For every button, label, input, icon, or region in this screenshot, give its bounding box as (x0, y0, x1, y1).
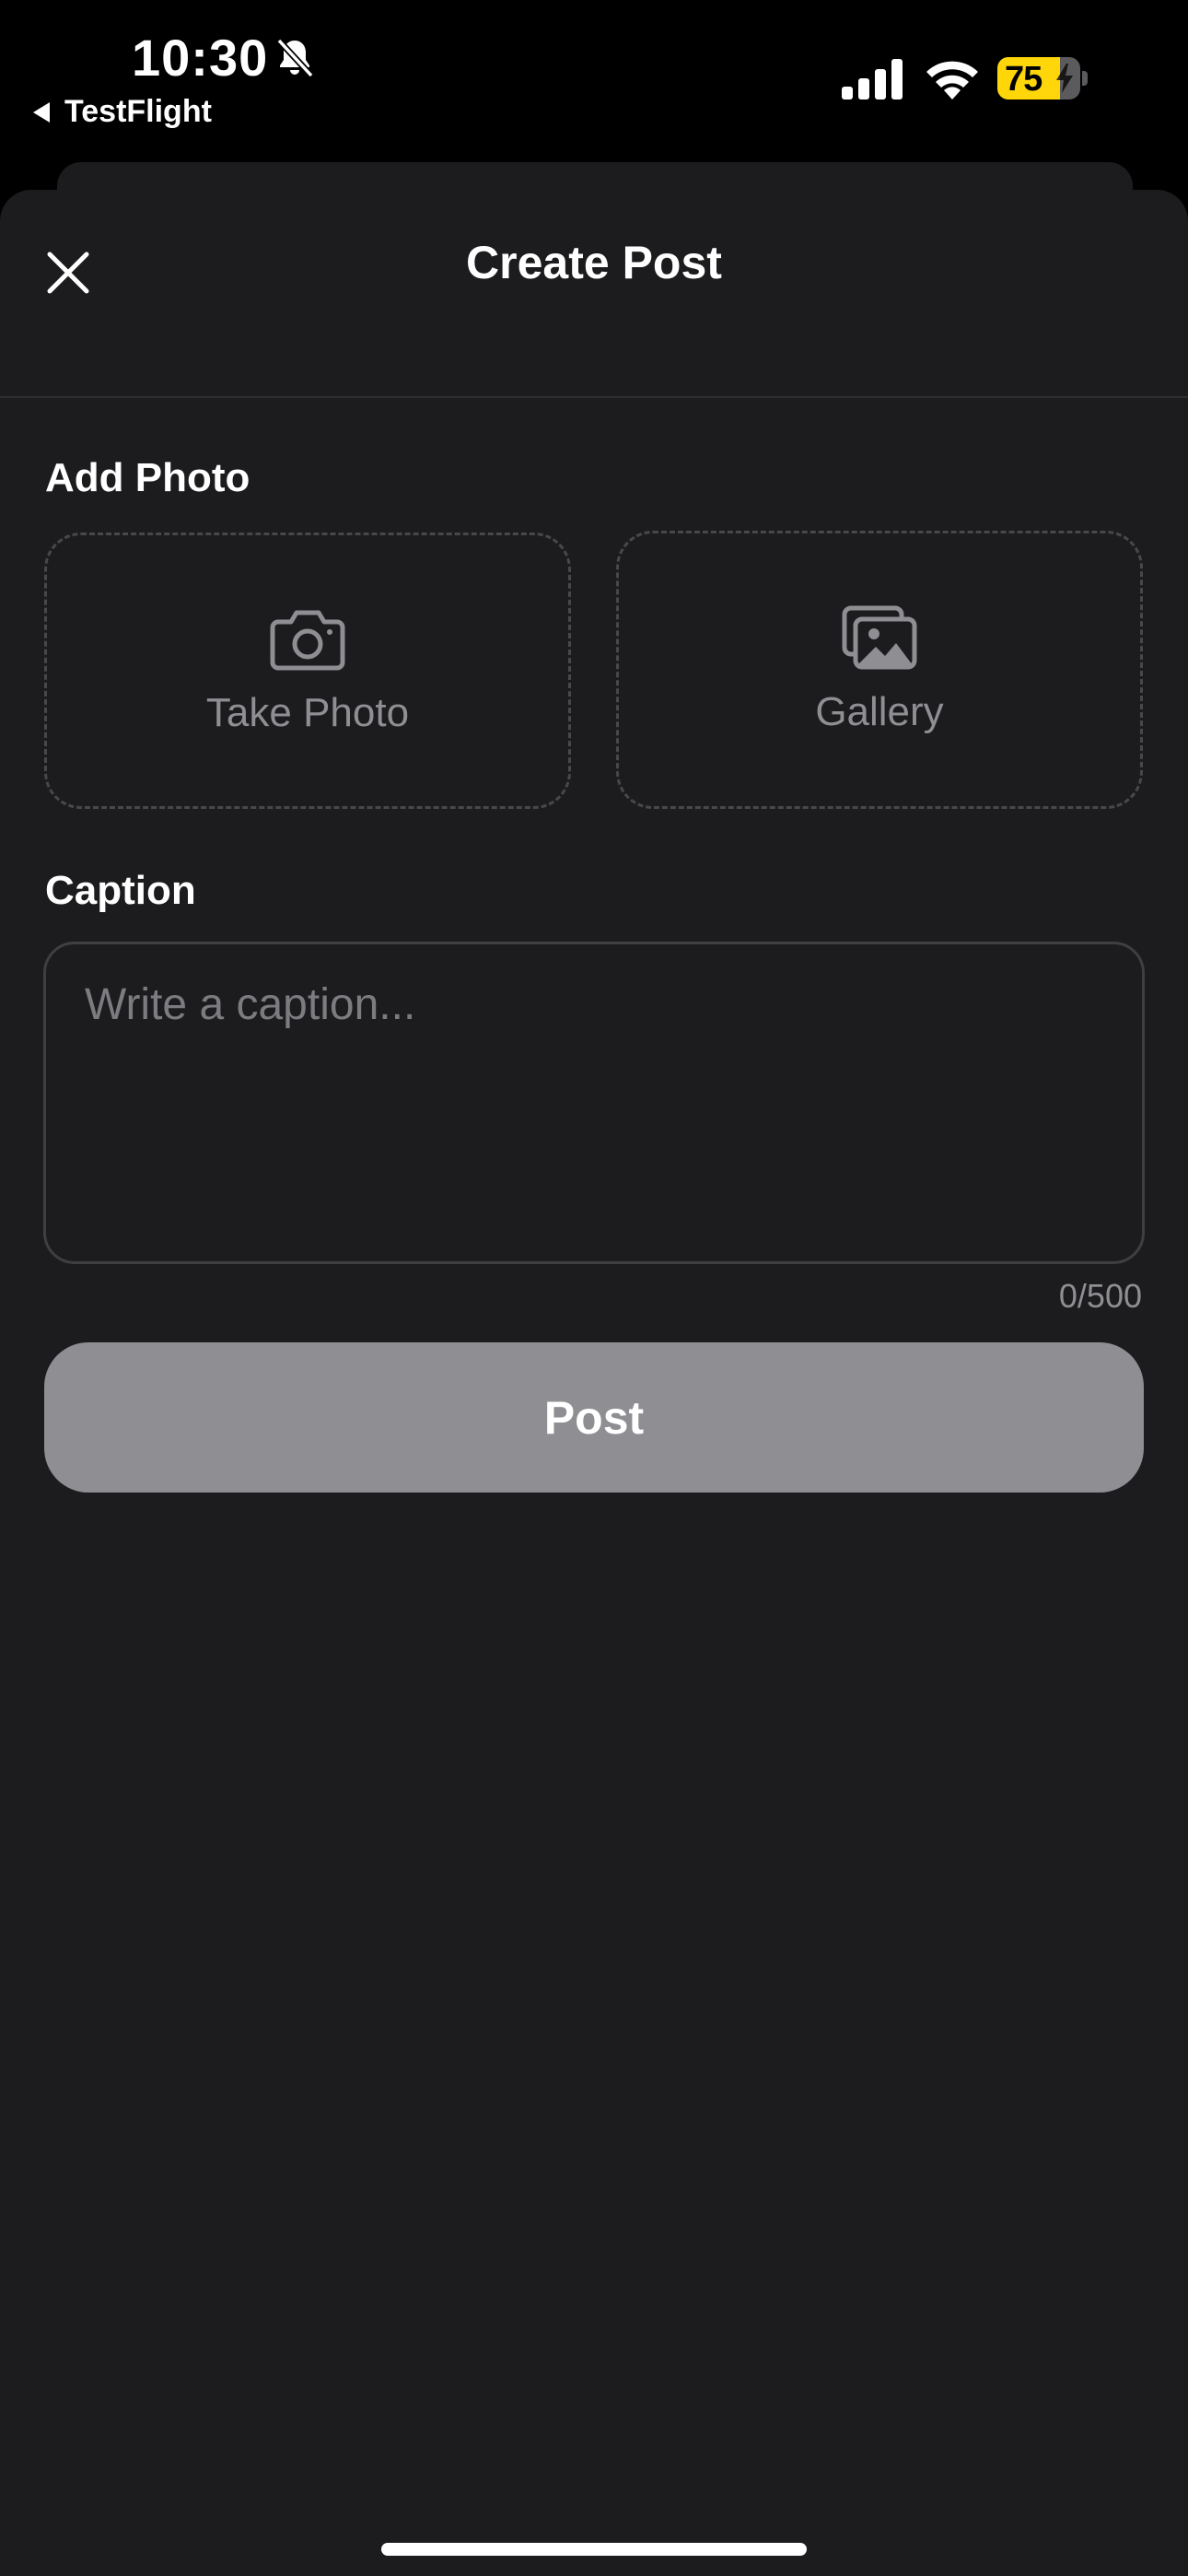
back-app-label: TestFlight (64, 94, 212, 129)
home-indicator[interactable] (381, 2543, 807, 2556)
gallery-button[interactable]: Gallery (616, 531, 1143, 809)
caption-label: Caption (45, 868, 196, 913)
battery-level: 75 (1005, 60, 1042, 99)
wifi-icon (926, 61, 978, 100)
bell-slash-icon (276, 38, 314, 78)
create-post-sheet: Create Post Add Photo Take Photo Gallery… (0, 190, 1188, 2576)
take-photo-label: Take Photo (205, 690, 410, 735)
gallery-icon (842, 605, 917, 670)
post-button[interactable]: Post (44, 1342, 1144, 1493)
camera-icon (270, 610, 345, 671)
back-arrow-icon (33, 101, 50, 123)
back-to-testflight-link[interactable]: TestFlight (33, 94, 212, 130)
caption-input[interactable] (43, 942, 1145, 1264)
status-time: 10:30 (132, 29, 269, 87)
charging-bolt-icon (1056, 64, 1073, 93)
status-bar: 10:30 TestFlight 75 (0, 0, 1188, 162)
take-photo-button[interactable]: Take Photo (44, 533, 571, 809)
header-divider (0, 396, 1188, 398)
battery-icon: 75 (997, 57, 1088, 100)
character-count: 0/500 (1058, 1277, 1142, 1315)
gallery-label: Gallery (815, 689, 944, 734)
add-photo-label: Add Photo (45, 455, 250, 500)
cellular-signal-icon (842, 59, 903, 100)
page-title: Create Post (466, 237, 722, 288)
